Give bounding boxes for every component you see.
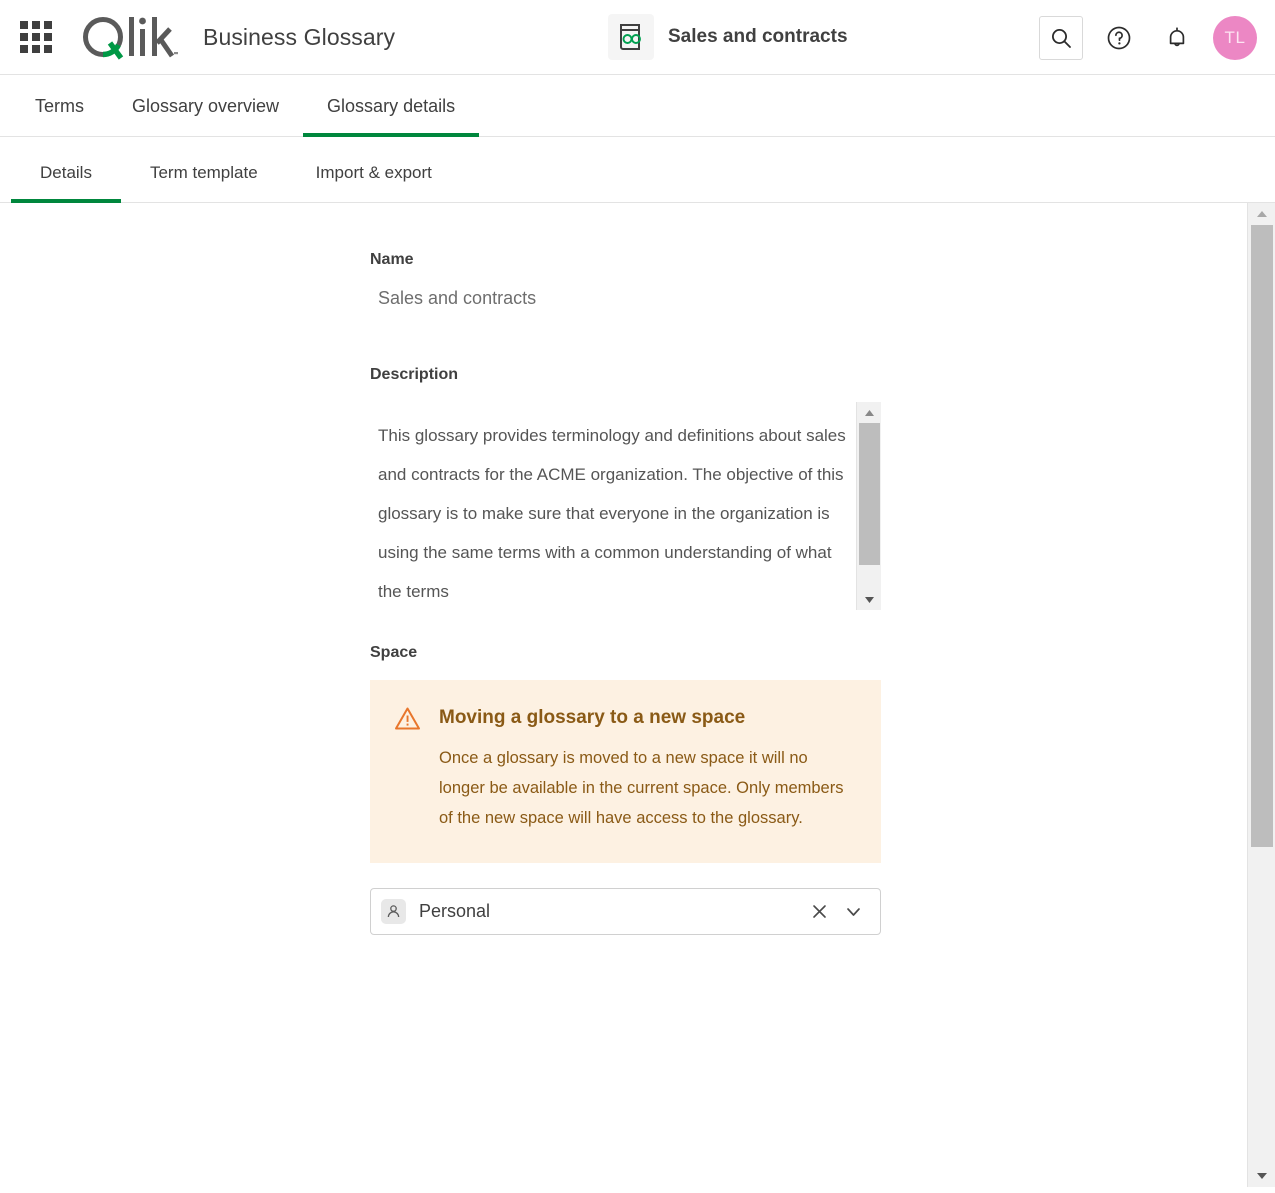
description-scroll-thumb[interactable] (859, 423, 880, 565)
space-label: Space (370, 644, 920, 662)
app-header: Business Glossary Sales and contracts (0, 0, 1275, 75)
name-input[interactable] (370, 287, 870, 310)
page-scroll-track[interactable] (1248, 225, 1275, 1165)
tab-import-export[interactable]: Import & export (287, 163, 461, 203)
scroll-up-arrow-icon[interactable] (857, 402, 882, 423)
glossary-book-icon (608, 14, 654, 60)
warning-triangle-icon (394, 706, 421, 833)
grid-cell (20, 45, 28, 53)
content-area: Name Description This glossary provides … (0, 203, 1275, 1187)
name-label: Name (370, 251, 920, 269)
tab-term-template[interactable]: Term template (121, 163, 287, 203)
grid-cell (44, 33, 52, 41)
notifications-bell-icon[interactable] (1155, 16, 1199, 60)
chevron-down-icon[interactable] (838, 897, 868, 927)
description-field[interactable]: This glossary provides terminology and d… (370, 402, 881, 610)
avatar[interactable]: TL (1213, 16, 1257, 60)
page-scroll-thumb[interactable] (1251, 225, 1273, 847)
page-scroll-down-arrow-icon[interactable] (1248, 1165, 1275, 1187)
glossary-details-form: Name Description This glossary provides … (0, 203, 920, 935)
warning-body: Moving a glossary to a new space Once a … (439, 706, 857, 833)
tab-glossary-details[interactable]: Glossary details (303, 96, 479, 137)
space-selector[interactable]: Personal (370, 888, 881, 935)
grid-cell (32, 33, 40, 41)
space-move-warning: Moving a glossary to a new space Once a … (370, 680, 881, 863)
grid-cell (44, 45, 52, 53)
primary-tab-bar: Terms Glossary overview Glossary details (0, 75, 1275, 137)
tab-glossary-overview[interactable]: Glossary overview (108, 96, 303, 137)
glossary-chip-label: Sales and contracts (668, 26, 848, 48)
grid-cell (20, 33, 28, 41)
grid-cell (20, 21, 28, 29)
search-icon[interactable] (1039, 16, 1083, 60)
header-actions: TL (1039, 0, 1257, 75)
space-selected-value: Personal (419, 901, 804, 922)
warning-text: Once a glossary is moved to a new space … (439, 743, 857, 833)
description-scroll-track[interactable] (857, 423, 882, 589)
grid-apps-icon[interactable] (19, 20, 53, 54)
grid-cell (32, 21, 40, 29)
qlik-logo[interactable] (77, 12, 180, 62)
close-x-icon[interactable] (804, 897, 834, 927)
description-scrollbar[interactable] (856, 402, 881, 610)
warning-title: Moving a glossary to a new space (439, 707, 857, 729)
person-icon (381, 899, 406, 924)
scroll-down-arrow-icon[interactable] (857, 589, 882, 610)
page-title: Business Glossary (203, 24, 395, 51)
page-scrollbar[interactable] (1247, 203, 1275, 1187)
glossary-context-chip[interactable]: Sales and contracts (608, 14, 848, 60)
grid-cell (32, 45, 40, 53)
help-icon[interactable] (1097, 16, 1141, 60)
secondary-tab-bar: Details Term template Import & export (0, 137, 1275, 203)
grid-cell (44, 21, 52, 29)
description-label: Description (370, 366, 920, 384)
description-text: This glossary provides terminology and d… (370, 402, 856, 610)
tab-details[interactable]: Details (11, 163, 121, 203)
page-scroll-up-arrow-icon[interactable] (1248, 203, 1275, 225)
tab-terms[interactable]: Terms (11, 96, 108, 137)
